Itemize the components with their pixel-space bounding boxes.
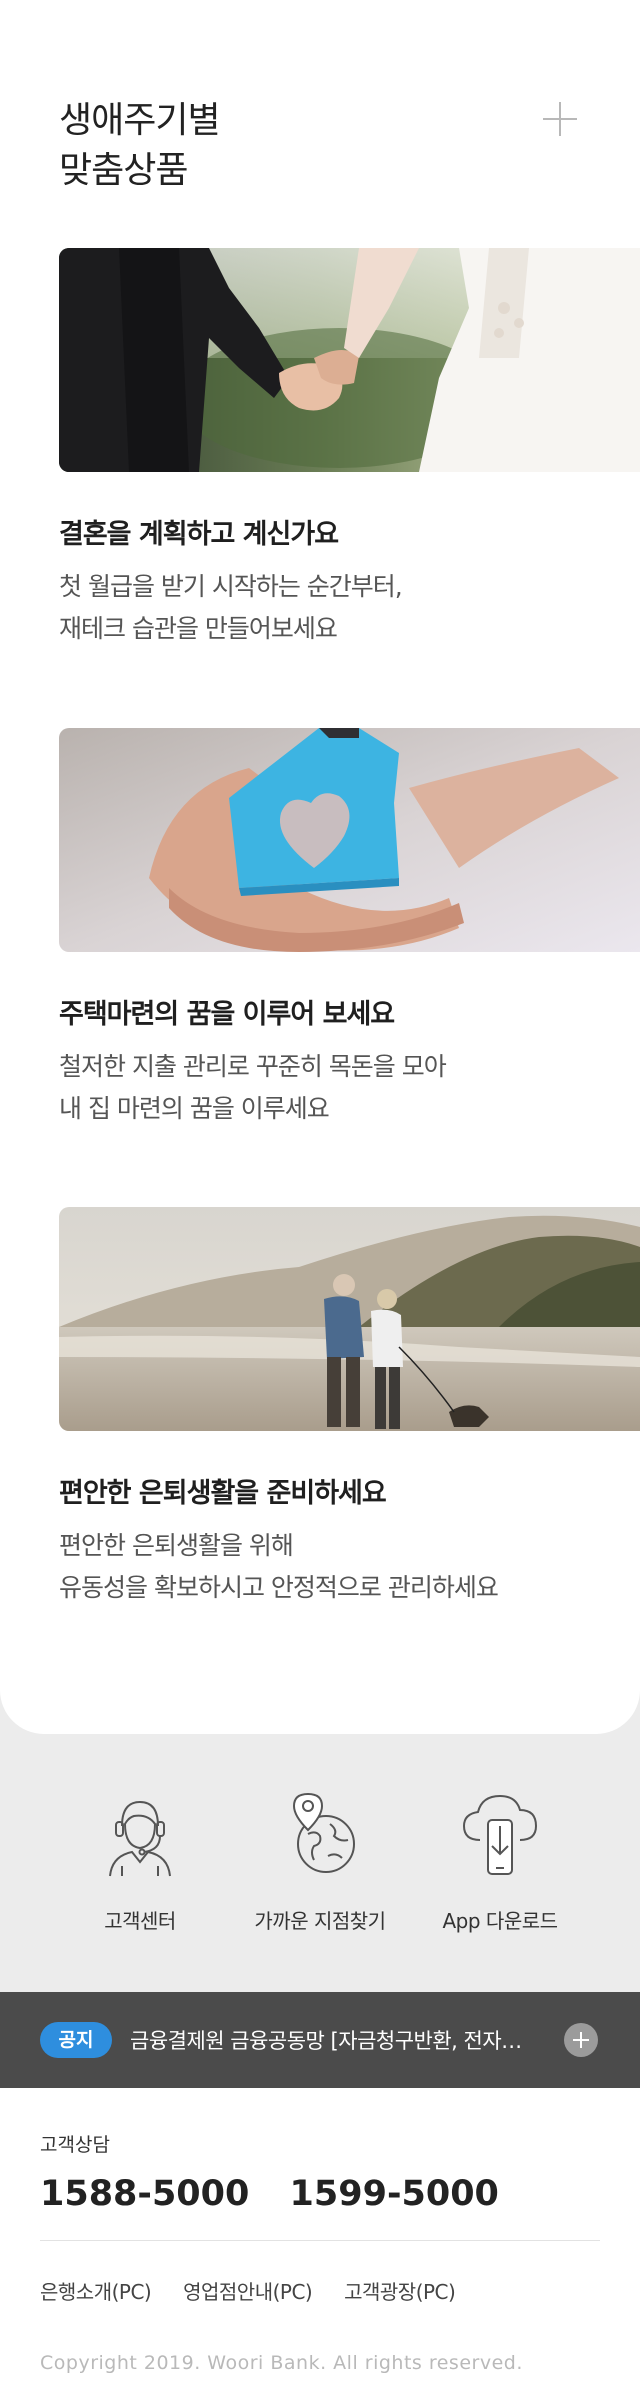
quick-item-app-download[interactable]: App 다운로드 bbox=[400, 1790, 600, 1950]
beach-couple-photo bbox=[59, 1207, 640, 1431]
product-description-line: 첫 월급을 받기 시작하는 순간부터, bbox=[59, 572, 403, 601]
quick-menu: 고객센터 가까운 지점찾기 App 다운로드 bbox=[0, 1790, 640, 1950]
page: 생애주기별 맞춤상품 결혼을 계획하고 계신가요 첫 월급을 받기 시작하는 순… bbox=[0, 0, 640, 2408]
footer-links: 은행소개(PC) 영업점안내(PC) 고객광장(PC) bbox=[40, 2276, 481, 2305]
product-title: 주택마련의 꿈을 이루어 보세요 bbox=[59, 999, 395, 1030]
plus-circle-icon[interactable] bbox=[564, 2023, 598, 2057]
footer-link-customer-plaza[interactable]: 고객광장(PC) bbox=[344, 2280, 456, 2304]
product-title: 결혼을 계획하고 계신가요 bbox=[59, 519, 339, 550]
quick-item-customer-center[interactable]: 고객센터 bbox=[40, 1790, 240, 1950]
customer-service-label: 고객상담 bbox=[40, 2134, 110, 2156]
footer: 고객상담 1588-5000 1599-5000 은행소개(PC) 영업점안내(… bbox=[0, 2088, 640, 2408]
cloud-download-phone-icon bbox=[462, 1794, 538, 1875]
quick-item-label: 가까운 지점찾기 bbox=[254, 1909, 386, 1933]
product-title: 편안한 은퇴생활을 준비하세요 bbox=[59, 1478, 387, 1509]
product-description-line: 유동성을 확보하시고 안정적으로 관리하세요 bbox=[59, 1573, 499, 1602]
section-title: 생애주기별 맞춤상품 bbox=[59, 100, 221, 191]
product-description-line: 내 집 마련의 꿈을 이루세요 bbox=[59, 1094, 330, 1123]
wedding-photo bbox=[59, 248, 640, 472]
notice-bar: 공지 금융결제원 금융공동망 [자금청구반환, 전자금융... bbox=[0, 1992, 640, 2088]
house-heart-photo bbox=[59, 728, 640, 952]
product-description: 철저한 지출 관리로 꾸준히 목돈을 모아 내 집 마련의 꿈을 이루세요 bbox=[59, 1046, 447, 1130]
divider bbox=[40, 2240, 600, 2241]
product-card-retirement[interactable]: 편안한 은퇴생활을 준비하세요 편안한 은퇴생활을 위해 유동성을 확보하시고 … bbox=[59, 1207, 640, 1602]
copyright: Copyright 2019. Woori Bank. All rights r… bbox=[40, 2352, 523, 2374]
product-description: 첫 월급을 받기 시작하는 순간부터, 재테크 습관을 만들어보세요 bbox=[59, 566, 403, 650]
notice-link[interactable]: 금융결제원 금융공동망 [자금청구반환, 전자금융... bbox=[130, 2025, 530, 2055]
product-description-line: 재테크 습관을 만들어보세요 bbox=[59, 614, 338, 643]
quick-item-label: App 다운로드 bbox=[442, 1909, 558, 1933]
product-card-marriage[interactable]: 결혼을 계획하고 계신가요 첫 월급을 받기 시작하는 순간부터, 재테크 습관… bbox=[59, 248, 640, 643]
product-description-line: 철저한 지출 관리로 꾸준히 목돈을 모아 bbox=[59, 1052, 447, 1081]
quick-item-branch-finder[interactable]: 가까운 지점찾기 bbox=[220, 1790, 420, 1950]
headset-agent-icon bbox=[109, 1800, 171, 1877]
product-description: 편안한 은퇴생활을 위해 유동성을 확보하시고 안정적으로 관리하세요 bbox=[59, 1525, 499, 1609]
footer-link-bank-intro[interactable]: 은행소개(PC) bbox=[40, 2280, 152, 2304]
quick-item-label: 고객센터 bbox=[104, 1909, 176, 1933]
location-globe-icon bbox=[292, 1792, 355, 1873]
lifecycle-products-section: 생애주기별 맞춤상품 결혼을 계획하고 계신가요 첫 월급을 받기 시작하는 순… bbox=[0, 0, 640, 1734]
product-card-housing[interactable]: 주택마련의 꿈을 이루어 보세요 철저한 지출 관리로 꾸준히 목돈을 모아 내… bbox=[59, 728, 640, 1123]
phone-numbers: 1588-5000 1599-5000 bbox=[40, 2174, 499, 2214]
footer-link-branch-info[interactable]: 영업점안내(PC) bbox=[183, 2280, 313, 2304]
product-description-line: 편안한 은퇴생활을 위해 bbox=[59, 1531, 294, 1560]
phone-number-1[interactable]: 1588-5000 bbox=[40, 2174, 249, 2214]
phone-number-2[interactable]: 1599-5000 bbox=[290, 2174, 499, 2214]
notice-badge: 공지 bbox=[40, 2022, 112, 2058]
plus-icon[interactable] bbox=[543, 102, 577, 136]
